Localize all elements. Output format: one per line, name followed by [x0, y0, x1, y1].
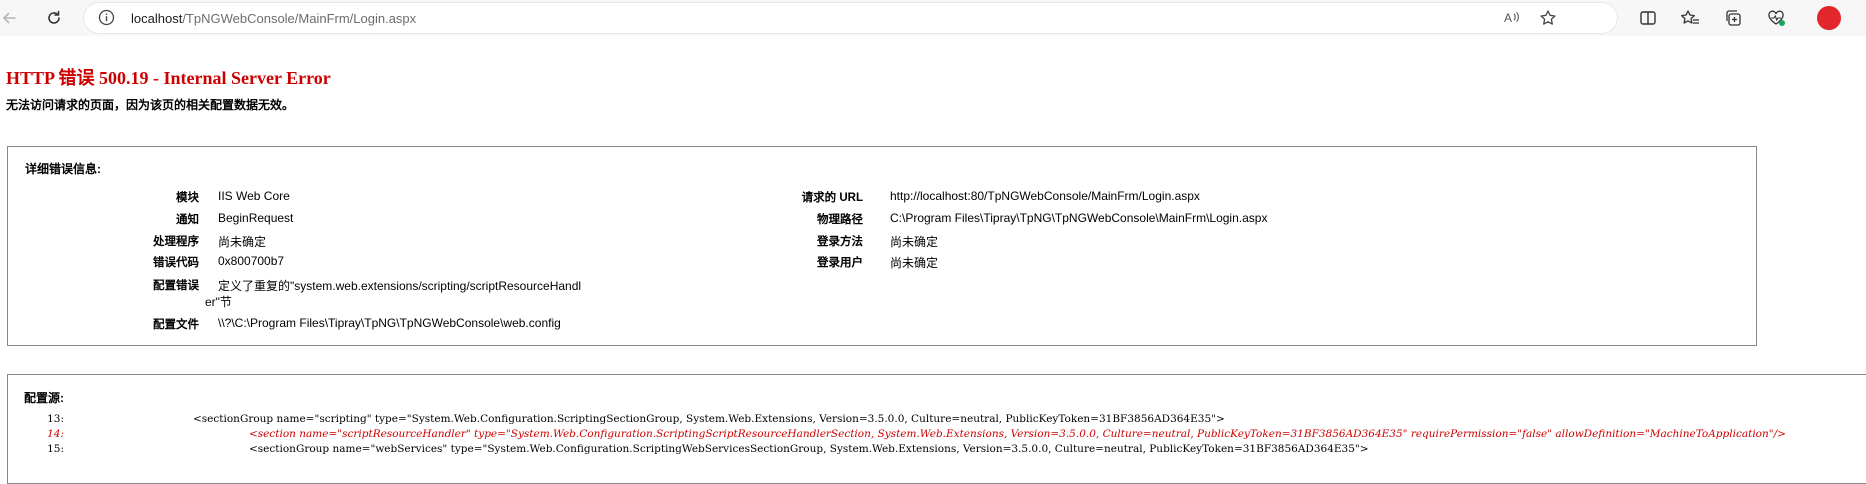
value-config-file: \\?\C:\Program Files\Tipray\TpNG\TpNGWeb…	[218, 316, 561, 330]
star-icon[interactable]	[1538, 8, 1558, 28]
value-request-url: http://localhost:80/TpNGWebConsole/MainF…	[890, 189, 1200, 203]
split-screen-icon[interactable]	[1636, 6, 1660, 30]
label-request-url: 请求的 URL	[801, 192, 863, 204]
config-source-heading: 配置源:	[24, 391, 64, 405]
code-line: <sectionGroup name="webServices" type="S…	[249, 443, 1369, 455]
value-logon-method: 尚未确定	[890, 235, 939, 249]
label-logon-method: 登录方法	[817, 236, 863, 248]
info-icon[interactable]	[98, 9, 115, 31]
collections-icon[interactable]	[1721, 6, 1745, 30]
notification-dot	[1817, 6, 1841, 30]
label-physical-path: 物理路径	[817, 214, 863, 226]
label-config-error: 配置错误	[153, 280, 199, 292]
detailed-error-heading: 详细错误信息:	[25, 162, 101, 176]
address-url[interactable]: localhost/TpNGWebConsole/MainFrm/Login.a…	[131, 11, 416, 26]
refresh-icon[interactable]	[41, 5, 67, 31]
config-source-box: 配置源: 13: <sectionGroup name="scripting" …	[7, 374, 1866, 484]
value-handler: 尚未确定	[218, 235, 267, 249]
error-title: HTTP 错误 500.19 - Internal Server Error	[6, 68, 331, 88]
label-logon-user: 登录用户	[817, 257, 863, 269]
code-line-number-error: 14:	[47, 428, 64, 440]
value-notification: BeginRequest	[218, 211, 294, 225]
code-line-number: 13:	[47, 413, 64, 425]
value-module: IIS Web Core	[218, 189, 290, 203]
svg-text:A: A	[1504, 11, 1512, 25]
address-bar[interactable]: localhost/TpNGWebConsole/MainFrm/Login.a…	[83, 2, 1618, 34]
label-notification: 通知	[176, 214, 199, 226]
value-logon-user: 尚未确定	[890, 256, 939, 270]
error-subtitle: 无法访问请求的页面，因为该页的相关配置数据无效。	[6, 98, 295, 112]
value-config-error-line2: er"节	[205, 295, 232, 309]
label-handler: 处理程序	[153, 236, 199, 248]
read-aloud-icon[interactable]: A	[1502, 8, 1522, 28]
browser-toolbar: localhost/TpNGWebConsole/MainFrm/Login.a…	[0, 0, 1866, 36]
favorites-icon[interactable]	[1678, 6, 1702, 30]
label-error-code: 错误代码	[153, 257, 199, 269]
label-module: 模块	[176, 192, 199, 204]
back-arrow-icon[interactable]	[0, 5, 22, 31]
url-path: /TpNGWebConsole/MainFrm/Login.aspx	[182, 11, 417, 26]
value-error-code: 0x800700b7	[218, 254, 285, 268]
url-host: localhost	[131, 11, 183, 26]
code-line: <sectionGroup name="scripting" type="Sys…	[193, 413, 1225, 425]
label-config-file: 配置文件	[153, 319, 199, 331]
code-line-number: 15:	[47, 443, 64, 455]
value-physical-path: C:\Program Files\Tipray\TpNG\TpNGWebCons…	[890, 211, 1268, 225]
detailed-error-box: 详细错误信息: 模块 IIS Web Core 通知 BeginRequest …	[7, 146, 1757, 346]
code-line-error: <section name="scriptResourceHandler" ty…	[249, 428, 1786, 440]
value-config-error-line1: 定义了重复的"system.web.extensions/scripting/s…	[218, 279, 582, 293]
browser-essentials-icon[interactable]	[1764, 6, 1788, 30]
